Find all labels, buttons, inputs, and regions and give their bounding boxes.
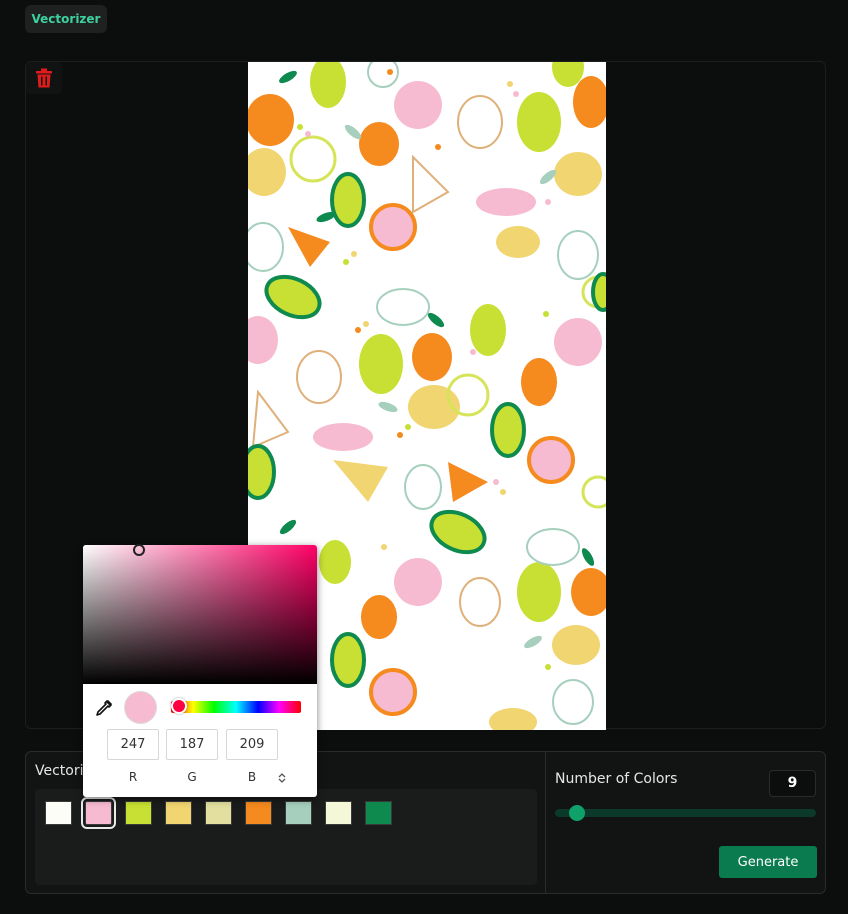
palette-swatch-6[interactable] [245,801,272,825]
trash-icon [36,68,52,88]
palette-swatch-9[interactable] [365,801,392,825]
hue-slider[interactable] [171,701,301,713]
blue-input[interactable]: 209 [226,729,278,760]
num-colors-input[interactable]: 9 [769,770,816,797]
tab-vectorizer[interactable]: Vectorizer [25,5,107,33]
green-input[interactable]: 187 [166,729,218,760]
color-picker: 247 187 209 R G B [83,544,317,797]
red-input[interactable]: 247 [107,729,159,760]
palette-swatch-1[interactable] [45,801,72,825]
palette-swatch-3[interactable] [125,801,152,825]
generate-button[interactable]: Generate [719,846,817,878]
palette-swatch-4[interactable] [165,801,192,825]
format-toggle-icon[interactable] [278,772,286,784]
palette-swatch-5[interactable] [205,801,232,825]
current-color-preview [125,692,156,723]
palette-swatch-7[interactable] [285,801,312,825]
eyedropper-icon[interactable] [95,699,113,717]
saturation-cursor[interactable] [133,544,145,556]
panel-divider [545,752,546,893]
green-label: G [187,770,197,784]
num-colors-label: Number of Colors [555,771,678,787]
num-colors-slider[interactable] [555,809,816,817]
blue-label: B [247,770,257,784]
palette-swatch-2-selected[interactable] [81,797,116,829]
delete-button[interactable] [26,62,62,94]
hue-thumb[interactable] [171,698,187,714]
saturation-area[interactable] [83,544,317,684]
palette-swatch-8[interactable] [325,801,352,825]
red-label: R [128,770,138,784]
slider-thumb[interactable] [569,805,585,821]
